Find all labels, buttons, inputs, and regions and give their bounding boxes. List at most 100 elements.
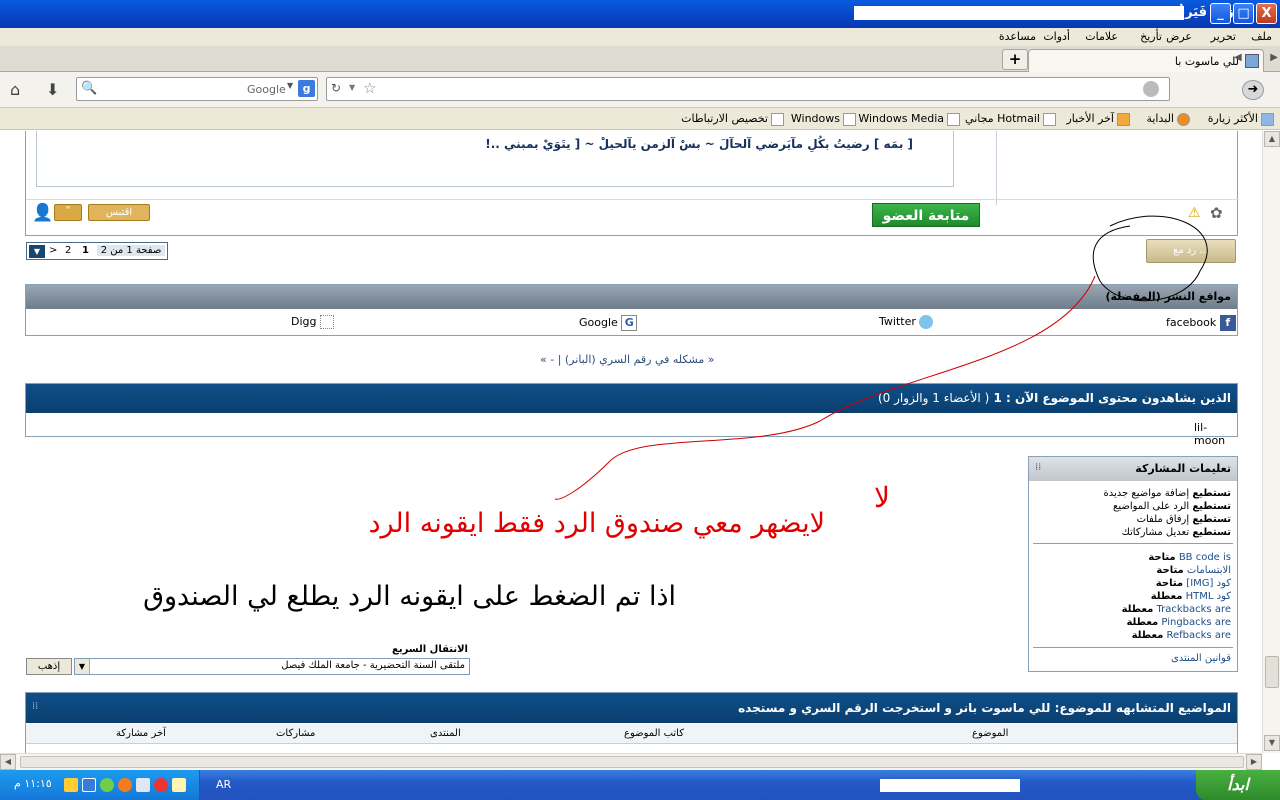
download-icon[interactable]: ⬇ bbox=[46, 80, 59, 99]
menu-tools[interactable]: أدوات bbox=[1043, 30, 1070, 43]
col-last-post[interactable]: آخر مشاركة bbox=[116, 728, 166, 739]
tray-icon[interactable] bbox=[64, 778, 78, 792]
engine-dropdown-icon[interactable]: ▼ bbox=[287, 81, 293, 90]
code-pingbacks[interactable]: Pingbacks are bbox=[1161, 617, 1231, 628]
tab-scroll-left-icon[interactable]: ◀ bbox=[1234, 52, 1242, 63]
code-smilies[interactable]: الابتسامات bbox=[1187, 565, 1231, 576]
forum-rules-link[interactable]: قوانين المنتدى bbox=[1171, 653, 1231, 664]
code-bbcode[interactable]: BB code is bbox=[1179, 552, 1231, 563]
address-bar[interactable]: ↻ ▼ ☆ bbox=[326, 77, 1170, 101]
speaker-icon[interactable] bbox=[136, 778, 150, 792]
code-refbacks[interactable]: Refbacks are bbox=[1167, 630, 1232, 641]
code-img[interactable]: كود [IMG] bbox=[1186, 578, 1231, 589]
pagination-menu-icon[interactable]: ▼ bbox=[29, 245, 45, 258]
quick-nav-select[interactable]: ▼ ملتقى السنة التحضيرية - جامعة الملك في… bbox=[74, 658, 470, 675]
col-replies[interactable]: مشاركات bbox=[276, 728, 315, 739]
thread-navigation[interactable]: « مشكله في رقم السري (البانر) | - » bbox=[540, 353, 714, 366]
bookmark-customize[interactable]: تخصيص الارتباطات bbox=[681, 112, 784, 126]
share-google[interactable]: Google G bbox=[579, 315, 638, 331]
tray-icon[interactable] bbox=[100, 778, 114, 792]
language-indicator[interactable]: AR bbox=[216, 778, 231, 791]
viewer-user-link[interactable]: lil-moon bbox=[1194, 421, 1237, 447]
google-engine-icon[interactable]: g bbox=[298, 80, 315, 97]
window-title-bar[interactable]: موزيلا فَيَرفُكس _ □ X bbox=[0, 0, 1280, 28]
home-icon[interactable]: ⌂ bbox=[10, 80, 20, 99]
close-button[interactable]: X bbox=[1256, 3, 1277, 24]
reputation-icon[interactable]: ✿ bbox=[1210, 204, 1223, 222]
vertical-scrollbar[interactable]: ▲ ▼ bbox=[1262, 131, 1280, 753]
collapse-icon[interactable]: ⁞⁞ bbox=[1035, 462, 1041, 473]
share-digg[interactable]: Digg bbox=[291, 315, 334, 329]
search-box[interactable]: 🔍 Google ▼ g bbox=[76, 77, 318, 101]
share-facebook[interactable]: facebook f bbox=[1166, 315, 1236, 331]
col-author[interactable]: كاتب الموضوع bbox=[624, 728, 684, 739]
bookmark-windows-media[interactable]: Windows Media bbox=[858, 112, 960, 126]
start-button[interactable]: ابدأ bbox=[1196, 770, 1280, 800]
page-next-link[interactable]: > bbox=[49, 245, 57, 256]
horizontal-scrollbar[interactable]: ◀ ▶ bbox=[0, 753, 1262, 770]
share-twitter[interactable]: Twitter bbox=[879, 315, 934, 329]
share-box: مواقع النشر (المفضلة) facebook f Twitter… bbox=[25, 284, 1238, 336]
menu-file[interactable]: ملف bbox=[1251, 30, 1272, 43]
permissions-title: تعليمات المشاركة bbox=[1029, 457, 1237, 481]
scroll-down-icon[interactable]: ▼ bbox=[1264, 735, 1280, 751]
site-identity-icon[interactable] bbox=[1143, 81, 1159, 97]
reload-icon[interactable]: ↻ bbox=[331, 81, 341, 95]
quick-nav-go-button[interactable]: إذهب bbox=[26, 658, 72, 675]
annotation-box: لايضهر معي صندوق الرد فقط ايقونه الرد bbox=[325, 493, 827, 559]
clock[interactable]: ١١:١٥ م bbox=[14, 777, 52, 790]
tab-scroll-icon[interactable]: ▶ bbox=[1270, 52, 1278, 63]
page-icon bbox=[1043, 112, 1056, 126]
minimize-button[interactable]: _ bbox=[1210, 3, 1231, 24]
menu-bar: ملف تحرير عرض تأريخ علامات أدوات مساعدة bbox=[0, 28, 1280, 46]
page-link-1[interactable]: 1 bbox=[82, 245, 89, 256]
history-dropdown-icon[interactable]: ▼ bbox=[349, 83, 355, 92]
bookmark-star-icon[interactable]: ☆ bbox=[363, 79, 376, 97]
tray-icon[interactable] bbox=[172, 778, 186, 792]
scroll-up-icon[interactable]: ▲ bbox=[1264, 131, 1280, 147]
permission-line: تستطيع تعديل مشاركاتك bbox=[1121, 527, 1231, 538]
menu-edit[interactable]: تحرير bbox=[1211, 30, 1236, 43]
menu-history[interactable]: تأريخ bbox=[1140, 30, 1162, 43]
bookmark-windows[interactable]: Windows bbox=[791, 112, 856, 126]
scroll-thumb[interactable] bbox=[1265, 656, 1279, 688]
tray-icon[interactable] bbox=[154, 778, 168, 792]
hscroll-thumb[interactable] bbox=[20, 756, 1244, 768]
report-warning-icon[interactable]: ⚠ bbox=[1188, 205, 1201, 221]
tray-icon[interactable] bbox=[82, 778, 96, 792]
collapse-icon[interactable]: ⁞⁞ bbox=[32, 701, 38, 712]
bookmark-start[interactable]: البداية bbox=[1146, 112, 1190, 126]
search-icon[interactable]: 🔍 bbox=[81, 81, 97, 96]
scroll-right-icon[interactable]: ▶ bbox=[1246, 754, 1262, 770]
redacted-title bbox=[854, 6, 1184, 20]
multi-quote-button[interactable]: " bbox=[54, 204, 82, 221]
code-html[interactable]: كود HTML bbox=[1186, 591, 1231, 602]
tab-active[interactable]: للي ماسوت با bbox=[1028, 49, 1264, 72]
follow-member-button[interactable]: متابعة العضو bbox=[872, 203, 980, 227]
menu-bookmarks[interactable]: علامات bbox=[1085, 30, 1118, 43]
signature-text: [ بمَه ] رضيتُ بكُلِ مآيَرضي آلحآلَ ~ بس… bbox=[485, 137, 913, 151]
col-forum[interactable]: المنتدى bbox=[430, 728, 461, 739]
back-button-icon[interactable]: ➜ bbox=[1242, 80, 1264, 100]
menu-view[interactable]: عرض bbox=[1166, 30, 1192, 43]
bookmark-most-visited[interactable]: الأكثر زيارة bbox=[1208, 112, 1274, 126]
page-link-2[interactable]: 2 bbox=[65, 245, 71, 256]
menu-help[interactable]: مساعدة bbox=[999, 30, 1036, 43]
permission-line: تستطيع إضافة مواضيع جديدة bbox=[1103, 488, 1232, 499]
reply-button[interactable]: رد مع ... bbox=[1146, 239, 1236, 263]
page-favicon-icon bbox=[1245, 54, 1259, 68]
scroll-left-icon[interactable]: ◀ bbox=[0, 754, 16, 770]
bookmark-hotmail[interactable]: Hotmail مجاني bbox=[965, 112, 1056, 126]
page-icon bbox=[947, 112, 960, 126]
bookmark-latest-news[interactable]: آخر الأخبار bbox=[1066, 112, 1130, 126]
permission-line: تستطيع الرد على المواضيع bbox=[1113, 501, 1231, 512]
col-topic[interactable]: الموضوع bbox=[972, 728, 1008, 739]
code-trackbacks[interactable]: Trackbacks are bbox=[1157, 604, 1232, 615]
divider bbox=[996, 131, 997, 205]
quote-button[interactable]: اقتبس bbox=[88, 204, 150, 221]
new-tab-button[interactable]: + bbox=[1002, 49, 1028, 70]
maximize-button[interactable]: □ bbox=[1233, 3, 1254, 24]
tray-icon[interactable] bbox=[118, 778, 132, 792]
user-online-icon[interactable]: 👤 bbox=[32, 203, 53, 223]
dropdown-arrow-icon[interactable]: ▼ bbox=[75, 659, 90, 674]
